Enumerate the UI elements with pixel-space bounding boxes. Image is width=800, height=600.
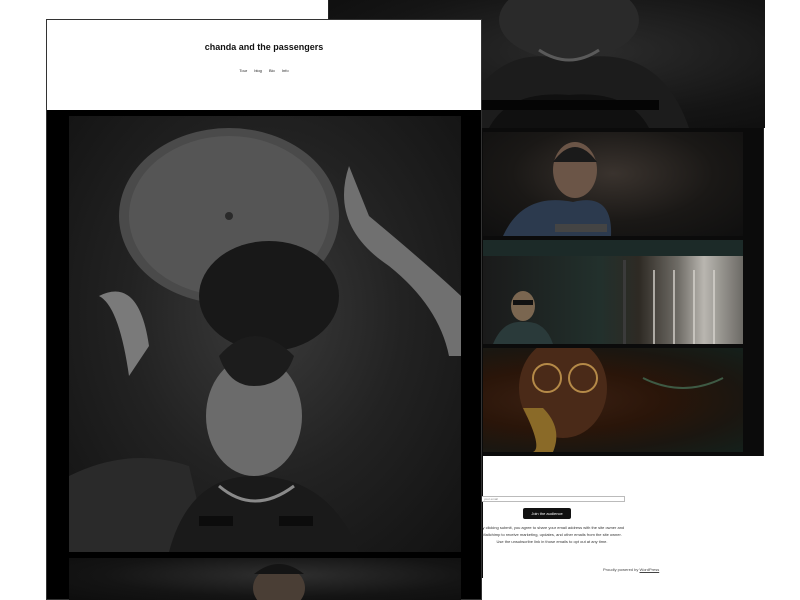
front-window[interactable]: chanda and the passengers Tour blog Bio … — [46, 19, 482, 600]
wordpress-link[interactable]: WordPress — [639, 567, 659, 572]
browser-stage: your email Join the audience By clicking… — [0, 0, 800, 600]
nav-item-info[interactable]: Info — [282, 68, 289, 73]
hero-portrait-illustration — [69, 128, 461, 552]
subscribe-footer: your email Join the audience By clicking… — [480, 456, 765, 578]
join-audience-button[interactable]: Join the audience — [523, 508, 571, 519]
powered-by: Proudly powered by WordPress — [603, 567, 659, 572]
nav-item-blog[interactable]: blog — [254, 68, 262, 73]
nav-item-bio[interactable]: Bio — [269, 68, 275, 73]
nav-item-tour[interactable]: Tour — [239, 68, 247, 73]
site-title[interactable]: chanda and the passengers — [47, 42, 481, 52]
musician-3-illustration — [519, 348, 724, 452]
preview-illustration — [253, 564, 305, 600]
musician-photo-1[interactable] — [483, 132, 743, 236]
musician-1-illustration — [503, 142, 612, 236]
site-header: chanda and the passengers Tour blog Bio … — [47, 20, 481, 110]
musician-2-illustration — [483, 240, 743, 344]
powered-by-label: Proudly powered by — [603, 567, 639, 572]
email-field[interactable]: your email — [481, 496, 625, 502]
main-nav: Tour blog Bio Info — [47, 68, 481, 73]
consent-text: By clicking submit, you agree to share y… — [479, 525, 625, 544]
hero-portrait-photo[interactable] — [69, 116, 461, 552]
musician-photo-preview[interactable] — [69, 558, 461, 600]
musician-photo-3[interactable] — [483, 348, 743, 452]
musician-photo-2[interactable] — [483, 240, 743, 344]
